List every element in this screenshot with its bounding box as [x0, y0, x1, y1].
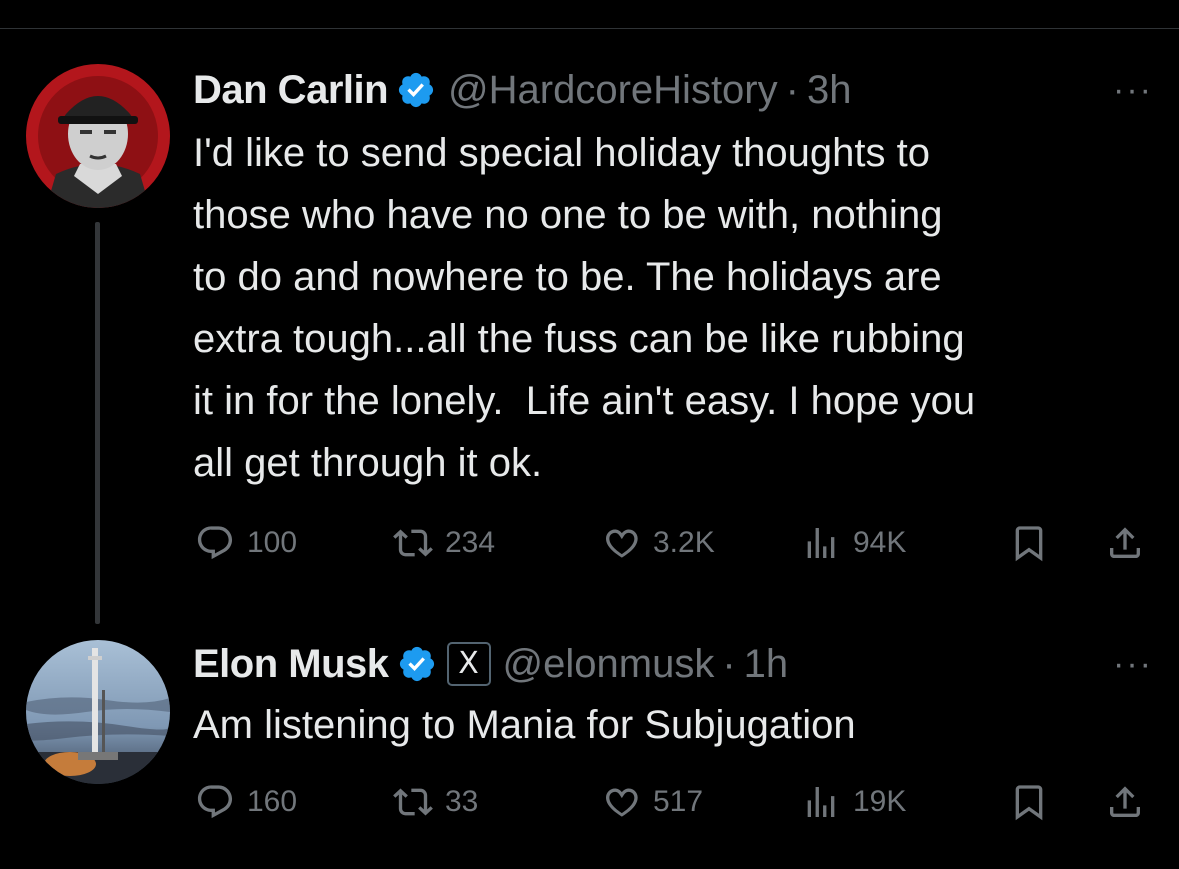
reply-button[interactable]: 100: [195, 518, 297, 568]
bookmark-icon: [1015, 785, 1043, 821]
tweet-dan-carlin[interactable]: Dan Carlin @HardcoreHistory · 3h ··· I'd…: [0, 0, 1179, 640]
x-affiliation-badge[interactable]: X: [446, 642, 491, 686]
reply-icon: [197, 785, 233, 819]
tweet-actions: 100 234 3.2K 94K: [193, 518, 1153, 568]
author-handle[interactable]: @elonmusk: [503, 640, 715, 688]
tweet-text: I'd like to send special holiday thought…: [193, 131, 976, 485]
bookmark-button[interactable]: [1009, 777, 1049, 827]
like-icon: [606, 529, 638, 558]
share-icon: [1110, 786, 1140, 817]
repost-count: 234: [445, 526, 496, 559]
reply-button[interactable]: 160: [195, 777, 297, 827]
verified-icon: [398, 72, 434, 108]
verified-icon: [399, 646, 434, 682]
views-button[interactable]: 19K: [801, 777, 906, 827]
tweet-header: Elon Musk X @elonmusk · 1h: [193, 640, 788, 688]
repost-icon: [393, 788, 433, 816]
timestamp[interactable]: 3h: [807, 66, 852, 114]
more-icon[interactable]: ···: [1113, 73, 1153, 107]
avatar-dan-carlin[interactable]: [26, 64, 170, 208]
thread-line: [95, 222, 100, 624]
timestamp[interactable]: 1h: [744, 640, 789, 688]
like-count: 3.2K: [653, 526, 715, 559]
repost-button[interactable]: 234: [393, 518, 495, 568]
views-icon: [807, 528, 835, 558]
views-icon: [807, 787, 835, 817]
repost-button[interactable]: 33: [393, 777, 478, 827]
like-button[interactable]: 3.2K: [601, 518, 715, 568]
reply-count: 160: [247, 785, 298, 818]
repost-count: 33: [445, 785, 479, 818]
views-count: 19K: [853, 785, 907, 818]
share-button[interactable]: [1105, 777, 1145, 827]
avatar-elon-musk[interactable]: [26, 640, 170, 784]
reply-icon: [197, 526, 233, 560]
tweet-elon-musk[interactable]: Elon Musk X @elonmusk · 1h ··· Am listen…: [0, 640, 1179, 869]
author-name[interactable]: Elon Musk: [193, 640, 389, 688]
like-button[interactable]: 517: [601, 777, 703, 827]
share-button[interactable]: [1105, 518, 1145, 568]
author-name[interactable]: Dan Carlin: [193, 66, 389, 114]
author-handle[interactable]: @HardcoreHistory: [448, 66, 778, 114]
separator-dot: ·: [785, 68, 799, 112]
repost-icon: [393, 529, 433, 557]
views-button[interactable]: 94K: [801, 518, 906, 568]
views-count: 94K: [853, 526, 907, 559]
reply-count: 100: [247, 526, 298, 559]
like-count: 517: [653, 785, 704, 818]
like-icon: [606, 788, 638, 817]
bookmark-icon: [1015, 526, 1043, 562]
share-icon: [1110, 527, 1140, 558]
tweet-actions: 160 33 517 19K: [193, 777, 1153, 827]
more-icon[interactable]: ···: [1113, 647, 1153, 681]
separator-dot: ·: [722, 642, 736, 686]
tweet-text: Am listening to Mania for Subjugation: [193, 703, 856, 747]
bookmark-button[interactable]: [1009, 518, 1049, 568]
tweet-header: Dan Carlin @HardcoreHistory · 3h: [193, 66, 851, 114]
